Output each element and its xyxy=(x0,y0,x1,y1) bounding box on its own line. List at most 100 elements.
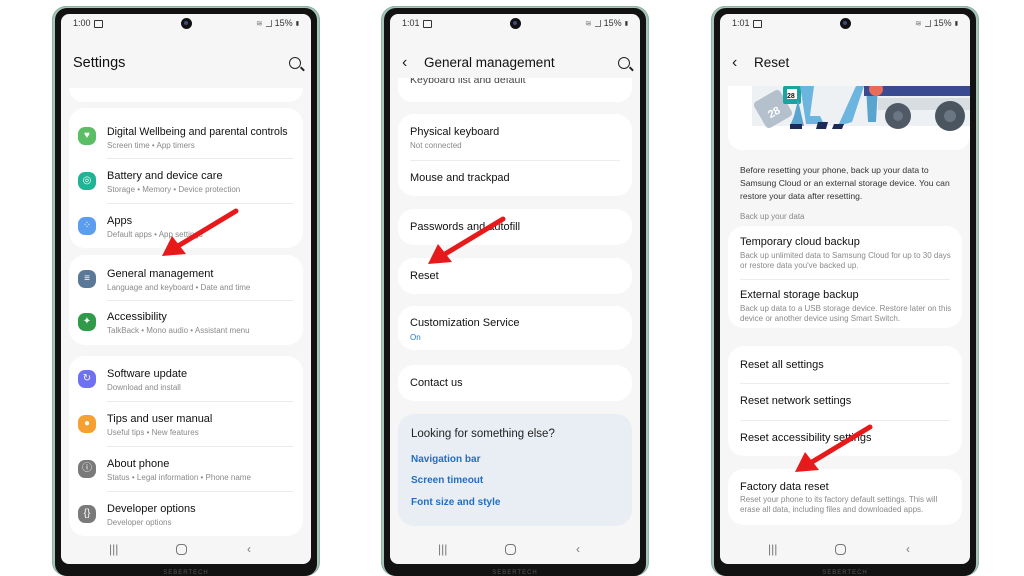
phone-reset: 1:01 ≋ 15% ▮ ‹ Reset 28 28 Before resett… xyxy=(711,6,979,576)
status-time: 1:00 xyxy=(73,18,103,28)
battery-icon: ▮ xyxy=(624,20,628,27)
looking-for-panel: Looking for something else? Navigation b… xyxy=(398,414,632,526)
wifi-icon: ≋ xyxy=(914,18,922,28)
settings-group-1: ♥ Digital Wellbeing and parental control… xyxy=(69,108,303,248)
gallery-notification-icon xyxy=(422,19,432,28)
status-on: On xyxy=(410,333,421,342)
list-item-factory-data-reset[interactable]: Factory data reset Reset your phone to i… xyxy=(728,469,962,525)
settings-item-digital-wellbeing[interactable]: ♥ Digital Wellbeing and parental control… xyxy=(69,116,303,156)
back-button[interactable]: ‹ xyxy=(576,542,580,556)
link-screen-timeout[interactable]: Screen timeout xyxy=(411,475,483,486)
page-title: Reset xyxy=(754,55,790,70)
list-item-external-storage-backup[interactable]: External storage backup Back up data to … xyxy=(728,280,962,328)
search-icon[interactable] xyxy=(618,57,630,69)
wellbeing-icon: ♥ xyxy=(78,127,96,145)
battery-icon: ▮ xyxy=(954,20,958,27)
status-bar: 1:01 ≋ 15% ▮ xyxy=(390,14,640,36)
backup-group: Temporary cloud backup Back up unlimited… xyxy=(728,226,962,328)
list-item-reset[interactable]: Reset xyxy=(398,258,632,294)
watermark: SEBERTECH xyxy=(822,570,868,576)
list-item-contact-us[interactable]: Contact us xyxy=(398,365,632,401)
back-icon[interactable]: ‹ xyxy=(402,54,407,72)
wifi-icon: ≋ xyxy=(255,18,263,28)
settings-screen: 1:00 ≋ 15% ▮ Settings ♥ Digital Wellbeing … xyxy=(61,14,311,564)
home-button[interactable]: o xyxy=(835,544,846,555)
signal-icon xyxy=(924,19,931,27)
recents-button[interactable]: ||| xyxy=(438,542,447,556)
reset-description: Before resetting your phone, back up you… xyxy=(740,165,950,201)
gallery-notification-icon xyxy=(93,19,103,28)
settings-item-battery-device-care[interactable]: ◎ Battery and device care Storage • Memo… xyxy=(69,160,303,202)
scrolled-card-top[interactable]: Keyboard list and default xyxy=(398,78,632,102)
divider xyxy=(107,158,293,159)
phone-general-management: 1:01 ≋ 15% ▮ ‹ General management Keyboard… xyxy=(381,6,649,576)
navigation-bar: ||| o ‹ xyxy=(720,534,970,564)
reset-options-group: Reset all settings Reset network setting… xyxy=(728,346,962,456)
home-button[interactable]: o xyxy=(505,544,516,555)
wifi-icon: ≋ xyxy=(584,18,592,28)
front-camera xyxy=(510,18,521,29)
divider xyxy=(107,300,293,301)
home-button[interactable]: o xyxy=(176,544,187,555)
list-item-reset-accessibility-settings[interactable]: Reset accessibility settings xyxy=(728,421,962,456)
list-item-reset-network-settings[interactable]: Reset network settings xyxy=(728,384,962,420)
status-bar: 1:01 ≋ 15% ▮ xyxy=(720,14,970,36)
battery-icon: ▮ xyxy=(295,20,299,27)
front-camera xyxy=(840,18,851,29)
settings-item-general-management[interactable]: ≡ General management Language and keyboa… xyxy=(69,258,303,300)
back-button[interactable]: ‹ xyxy=(247,542,251,556)
scrolled-card-top xyxy=(69,88,303,102)
recents-button[interactable]: ||| xyxy=(109,542,118,556)
search-icon[interactable] xyxy=(289,57,301,69)
settings-group-3: ↻ Software update Download and install ●… xyxy=(69,356,303,536)
app-bar: ‹ General management xyxy=(390,52,640,80)
link-navigation-bar[interactable]: Navigation bar xyxy=(411,454,480,465)
front-camera xyxy=(181,18,192,29)
tips-icon: ● xyxy=(78,415,96,433)
apps-icon: ⁘ xyxy=(78,217,96,235)
battery-percent: 15% xyxy=(603,18,622,28)
signal-icon xyxy=(594,19,601,27)
list-item-reset-all-settings[interactable]: Reset all settings xyxy=(728,346,962,382)
general-management-icon: ≡ xyxy=(78,270,96,288)
list-item-passwords-autofill[interactable]: Passwords and autofill xyxy=(398,209,632,245)
list-item-customization-service[interactable]: Customization Service On xyxy=(398,306,632,350)
settings-item-about-phone[interactable]: ⓘ About phone Status • Legal information… xyxy=(69,448,303,490)
list-item-mouse-trackpad[interactable]: Mouse and trackpad xyxy=(398,161,632,195)
input-group: Physical keyboard Not connected Mouse an… xyxy=(398,114,632,196)
back-button[interactable]: ‹ xyxy=(906,542,910,556)
status-time: 1:01 xyxy=(402,18,432,28)
divider xyxy=(107,491,293,492)
recents-button[interactable]: ||| xyxy=(768,542,777,556)
settings-item-accessibility[interactable]: ✦ Accessibility TalkBack • Mono audio • … xyxy=(69,302,303,344)
list-item-temporary-cloud-backup[interactable]: Temporary cloud backup Back up unlimited… xyxy=(728,226,962,276)
status-time: 1:01 xyxy=(732,18,762,28)
link-font-size-style[interactable]: Font size and style xyxy=(411,497,500,508)
illustration-card xyxy=(728,88,970,152)
watermark: SEBERTECH xyxy=(163,570,209,576)
list-item-physical-keyboard[interactable]: Physical keyboard Not connected xyxy=(398,114,632,156)
phone-settings: 1:00 ≋ 15% ▮ Settings ♥ Digital Wellbeing … xyxy=(52,6,320,576)
battery-percent: 15% xyxy=(933,18,952,28)
signal-icon xyxy=(265,19,272,27)
navigation-bar: ||| o ‹ xyxy=(61,534,311,564)
page-title: General management xyxy=(424,55,555,70)
settings-item-tips[interactable]: ● Tips and user manual Useful tips • New… xyxy=(69,403,303,445)
about-phone-icon: ⓘ xyxy=(78,460,96,478)
reset-screen: 1:01 ≋ 15% ▮ ‹ Reset 28 28 Before resett… xyxy=(720,14,970,564)
settings-item-developer-options[interactable]: {} Developer options Developer options xyxy=(69,493,303,535)
looking-for-heading: Looking for something else? xyxy=(411,428,555,440)
settings-group-2: ≡ General management Language and keyboa… xyxy=(69,255,303,345)
settings-item-software-update[interactable]: ↻ Software update Download and install xyxy=(69,358,303,400)
battery-percent: 15% xyxy=(274,18,293,28)
back-icon[interactable]: ‹ xyxy=(732,54,737,72)
developer-options-icon: {} xyxy=(78,505,96,523)
status-bar: 1:00 ≋ 15% ▮ xyxy=(61,14,311,36)
divider xyxy=(107,203,293,204)
page-title: Settings xyxy=(73,55,126,71)
divider xyxy=(107,401,293,402)
divider xyxy=(107,446,293,447)
settings-item-apps[interactable]: ⁘ Apps Default apps • App settings xyxy=(69,205,303,247)
software-update-icon: ↻ xyxy=(78,370,96,388)
app-bar: Settings xyxy=(61,52,311,80)
